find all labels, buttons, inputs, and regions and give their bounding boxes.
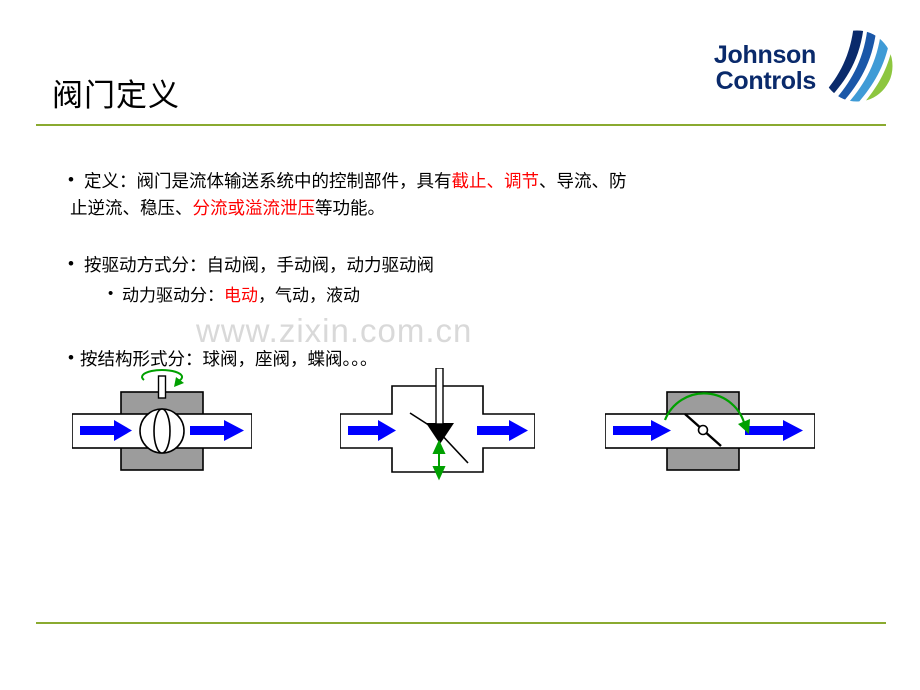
body-paragraph-definition: 定义：阀门是流体输送系统中的控制部件，具有截止、调节、导流、防 止逆流、稳压、分… [66, 167, 856, 222]
drive-sub-highlight: 电动 [224, 286, 258, 306]
globe-valve-diagram [340, 368, 535, 481]
definition-line-2: 止逆流、稳压、分流或溢流泄压等功能。 [66, 195, 856, 222]
definition-line-1: 定义：阀门是流体输送系统中的控制部件，具有截止、调节、导流、防 [66, 167, 856, 195]
definition-line2-prefix: 止逆流、稳压、 [70, 198, 193, 219]
title-divider [36, 124, 886, 126]
drive-type-sub-line: 动力驱动分：电动，气动，液动 [66, 282, 856, 309]
drive-type-line: 按驱动方式分：自动阀，手动阀，动力驱动阀 [66, 251, 856, 279]
page-title: 阀门定义 [52, 78, 180, 113]
drive-sub-prefix: 动力驱动分： [122, 286, 224, 306]
definition-middle: 、导流、防 [539, 171, 627, 191]
definition-line2-suffix: 等功能。 [315, 198, 385, 219]
drive-sub-suffix: ，气动，液动 [258, 286, 360, 306]
brand-logo-line2: Controls [715, 67, 817, 96]
definition-prefix: 定义：阀门是流体输送系统中的控制部件，具有 [84, 171, 452, 191]
footer-divider [36, 622, 886, 624]
definition-highlight-2: 分流或溢流泄压 [192, 198, 316, 219]
butterfly-valve-diagram [605, 391, 815, 471]
valve-diagram-row [0, 368, 920, 498]
slide-body: 定义：阀门是流体输送系统中的控制部件，具有截止、调节、导流、防 止逆流、稳压、分… [66, 167, 856, 389]
brand-logo-line1: Johnson [713, 41, 816, 69]
body-paragraph-drive-type: 按驱动方式分：自动阀，手动阀，动力驱动阀 动力驱动分：电动，气动，液动 [66, 251, 856, 309]
brand-logo-text: Johnson Controls [714, 42, 816, 95]
johnson-controls-swoosh-icon [820, 29, 894, 103]
slide-canvas: Johnson Controls 阀门定义 www.zixin.com.cn 定… [0, 0, 920, 690]
brand-logo: Johnson Controls [679, 22, 894, 104]
definition-highlight-1: 截止、调节 [451, 171, 540, 191]
ball-valve-diagram [72, 368, 252, 471]
